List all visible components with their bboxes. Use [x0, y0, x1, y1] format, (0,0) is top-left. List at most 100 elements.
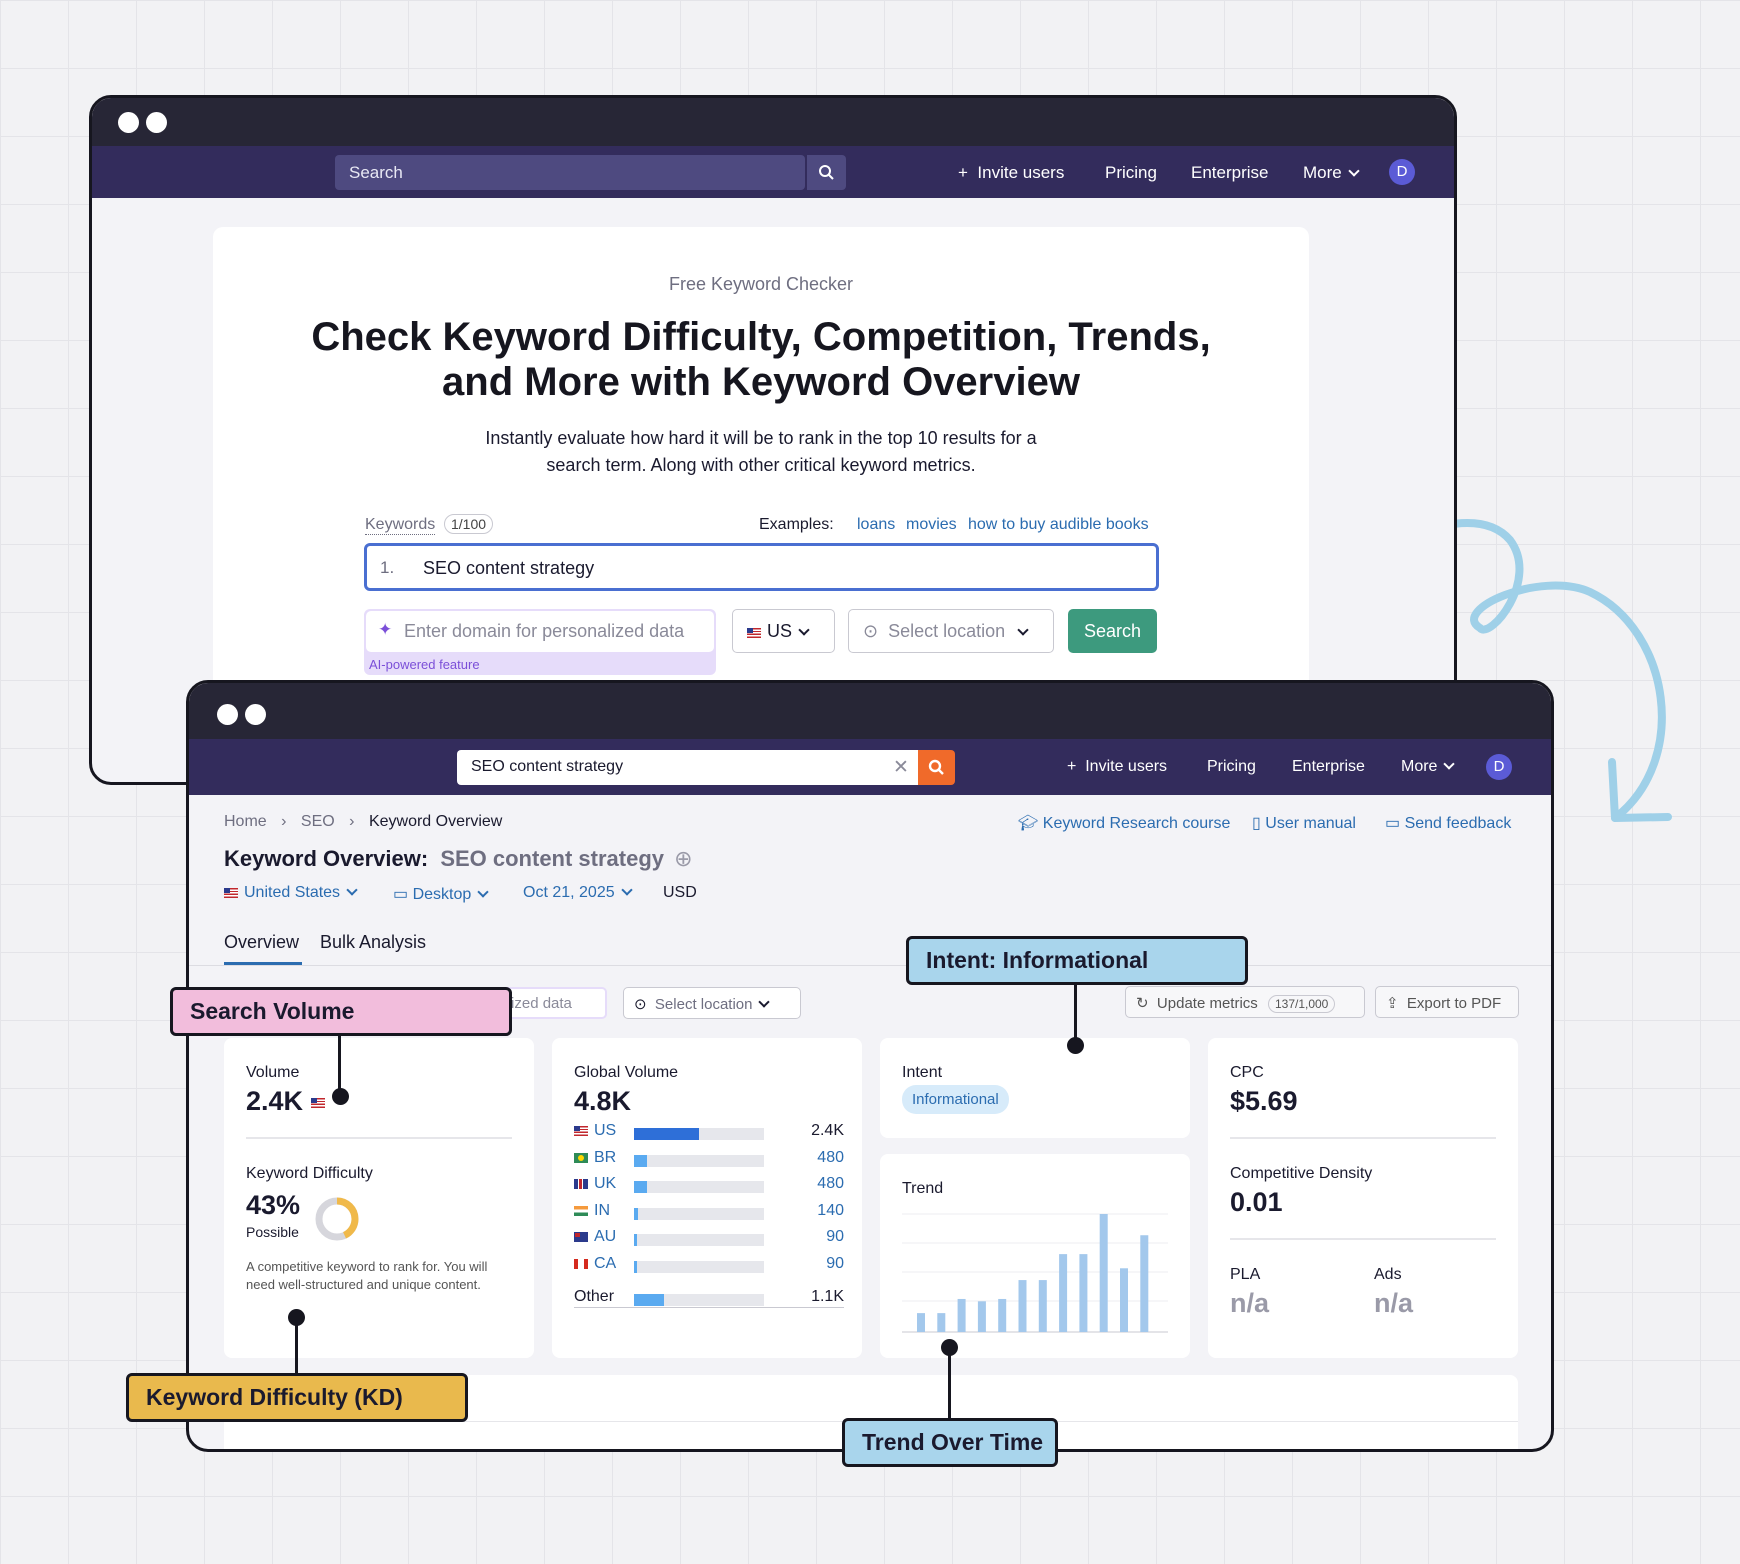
enterprise-link[interactable]: Enterprise: [1191, 163, 1268, 183]
location-placeholder: Select location: [654, 996, 753, 1013]
country-select[interactable]: US: [732, 609, 835, 653]
country-code: BR: [574, 1149, 616, 1167]
country-volume: 2.4K: [811, 1122, 844, 1139]
device-filter[interactable]: ▭ Desktop: [393, 884, 489, 904]
trend-bar[interactable]: [1099, 1214, 1108, 1332]
ads-value: n/a: [1374, 1288, 1414, 1318]
window-dot[interactable]: [146, 112, 167, 133]
trend-bar[interactable]: [917, 1313, 925, 1332]
trend-bar[interactable]: [1140, 1235, 1149, 1332]
update-metrics-button[interactable]: ↻ Update metrics 137/1,000: [1125, 986, 1365, 1018]
example-link-movies[interactable]: movies: [906, 516, 957, 534]
country-row-uk[interactable]: UK 480: [574, 1175, 844, 1195]
trend-bar[interactable]: [1038, 1280, 1047, 1332]
country-code: UK: [574, 1175, 616, 1193]
country-code: CA: [574, 1255, 616, 1273]
volume-number: 2.4K: [246, 1086, 304, 1116]
location-select[interactable]: ⊙ Select location: [623, 987, 801, 1019]
tab-bulk-analysis[interactable]: Bulk Analysis: [320, 932, 426, 953]
country-row-au[interactable]: AU 90: [574, 1228, 844, 1248]
search-icon: [819, 165, 834, 180]
country-volume[interactable]: 90: [826, 1255, 844, 1273]
search-button[interactable]: [918, 750, 955, 785]
enterprise-link[interactable]: Enterprise: [1292, 758, 1365, 776]
clear-icon[interactable]: ✕: [893, 756, 909, 779]
top-nav: SEO content strategy ✕ + Invite users Pr…: [189, 739, 1551, 795]
pricing-link[interactable]: Pricing: [1207, 758, 1256, 776]
country-volume[interactable]: 90: [826, 1228, 844, 1246]
breadcrumb-home[interactable]: Home: [224, 813, 267, 830]
description-line: search term. Along with other critical k…: [546, 455, 976, 475]
kd-donut-chart: [315, 1197, 359, 1241]
country-volume[interactable]: 480: [817, 1149, 844, 1167]
country-row-us[interactable]: US 2.4K: [574, 1122, 844, 1142]
search-input[interactable]: Search: [335, 155, 805, 190]
add-circle-icon[interactable]: ⊕: [674, 846, 692, 871]
volume-value: 2.4K: [246, 1086, 331, 1117]
divider: [1230, 1238, 1496, 1240]
trend-bar[interactable]: [1079, 1254, 1088, 1332]
trend-bar[interactable]: [1018, 1280, 1027, 1332]
country-volume[interactable]: 480: [817, 1175, 844, 1193]
avatar[interactable]: D: [1389, 159, 1415, 185]
chevron-right-icon: ›: [349, 813, 355, 830]
device-filter-label: Desktop: [412, 886, 472, 903]
window-dot[interactable]: [245, 704, 266, 725]
keyword-input[interactable]: 1. SEO content strategy: [364, 543, 1159, 591]
upload-icon: ⇪: [1386, 995, 1399, 1012]
more-menu[interactable]: More: [1303, 163, 1360, 183]
domain-input[interactable]: ✦ Enter domain for personalized data AI-…: [364, 609, 716, 675]
search-button[interactable]: [807, 155, 846, 190]
more-menu[interactable]: More: [1401, 758, 1456, 776]
location-pin-icon: ⊙: [863, 621, 879, 641]
trend-bar[interactable]: [998, 1298, 1007, 1332]
chevron-down-icon: [477, 886, 489, 898]
description-line: Instantly evaluate how hard it will be t…: [485, 428, 1037, 448]
country-code-text: Other: [574, 1288, 615, 1305]
pricing-link[interactable]: Pricing: [1105, 163, 1157, 183]
invite-users-link[interactable]: + Invite users: [958, 163, 1064, 183]
keyword-research-course-link[interactable]: 🎓︎ Keyword Research course: [1018, 813, 1230, 833]
window-dot[interactable]: [118, 112, 139, 133]
country-volume[interactable]: 140: [817, 1202, 844, 1220]
country-row-in[interactable]: IN 140: [574, 1202, 844, 1222]
search-input[interactable]: SEO content strategy ✕: [457, 750, 918, 785]
title-keyword: SEO content strategy: [440, 846, 665, 871]
trend-bar[interactable]: [937, 1313, 946, 1332]
trend-bar[interactable]: [1059, 1254, 1068, 1332]
top-nav: Search + Invite users Pricing Enterprise…: [92, 146, 1454, 198]
volume-share-bar: [634, 1261, 764, 1273]
trend-bar[interactable]: [1120, 1268, 1128, 1332]
search-icon: [928, 759, 944, 775]
trend-bar[interactable]: [957, 1298, 966, 1332]
pla-value: n/a: [1230, 1288, 1270, 1318]
date-filter[interactable]: Oct 21, 2025: [523, 884, 633, 902]
domain-field[interactable]: ✦ Enter domain for personalized data: [366, 611, 714, 652]
trend-bar[interactable]: [977, 1301, 986, 1332]
export-pdf-button[interactable]: ⇪ Export to PDF: [1375, 986, 1519, 1018]
location-select[interactable]: ⊙ Select location: [848, 609, 1054, 653]
invite-users-link[interactable]: + Invite users: [1067, 758, 1167, 776]
trend-card: Trend: [880, 1154, 1190, 1358]
user-manual-link[interactable]: ▯ User manual: [1252, 813, 1356, 833]
send-feedback-link[interactable]: ▭ Send feedback: [1385, 813, 1511, 833]
connector-line: [338, 1034, 341, 1096]
chevron-down-icon: [758, 996, 771, 1008]
trend-label: Trend: [902, 1180, 944, 1197]
title-bar: [189, 683, 1551, 739]
example-link-audible[interactable]: how to buy audible books: [968, 516, 1149, 534]
window-dot[interactable]: [217, 704, 238, 725]
country-filter[interactable]: United States: [224, 884, 358, 902]
volume-share-bar: [634, 1234, 764, 1247]
country-row-ca[interactable]: CA 90: [574, 1255, 844, 1275]
country-row-br[interactable]: BR 480: [574, 1149, 844, 1169]
connector-dot: [1067, 1037, 1084, 1054]
example-link-loans[interactable]: loans: [857, 516, 895, 534]
cpc-value: $5.69: [1230, 1086, 1298, 1116]
search-button[interactable]: Search: [1068, 609, 1157, 653]
breadcrumb-seo[interactable]: SEO: [301, 813, 335, 830]
country-code-text: AU: [594, 1228, 617, 1246]
avatar[interactable]: D: [1486, 754, 1512, 780]
connector-line: [1074, 983, 1077, 1045]
tab-overview[interactable]: Overview: [224, 932, 299, 953]
